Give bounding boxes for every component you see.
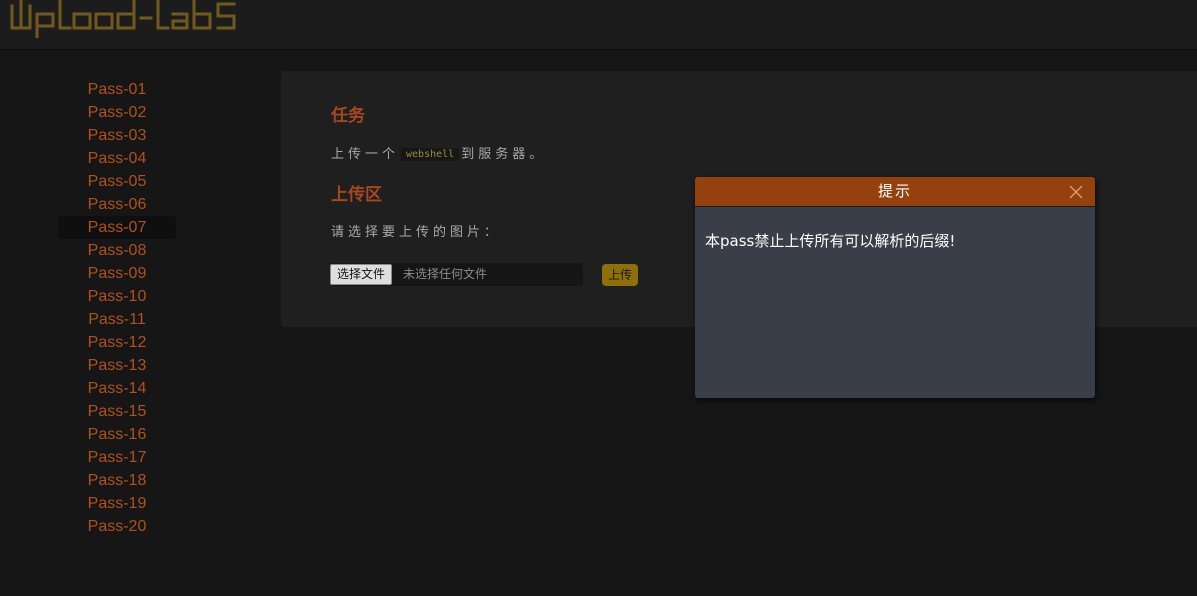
sidebar-item-pass-03[interactable]: Pass-03 [58, 124, 176, 147]
file-status-text: 未选择任何文件 [403, 267, 488, 281]
logo-icon: upload-labs [10, 0, 236, 38]
sidebar-item-pass-18[interactable]: Pass-18 [58, 469, 176, 492]
sidebar-item-pass-07[interactable]: Pass-07 [58, 216, 176, 239]
sidebar-item-pass-19[interactable]: Pass-19 [58, 492, 176, 515]
sidebar-item-pass-01[interactable]: Pass-01 [58, 78, 176, 101]
upload-prompt: 请选择要上传的图片： [331, 225, 502, 240]
sidebar-item-pass-17[interactable]: Pass-17 [58, 446, 176, 469]
sidebar-item-pass-13[interactable]: Pass-13 [58, 354, 176, 377]
sidebar-item-pass-06[interactable]: Pass-06 [58, 193, 176, 216]
sidebar-item-pass-05[interactable]: Pass-05 [58, 170, 176, 193]
task-text-before: 上传一个 [331, 147, 400, 162]
choose-file-button[interactable]: 选择文件 [330, 264, 393, 285]
sidebar-item-pass-16[interactable]: Pass-16 [58, 423, 176, 446]
dialog-header: 提示 [695, 177, 1095, 207]
task-text-after: 到服务器。 [461, 147, 547, 162]
top-header: upload-labs [0, 0, 1197, 50]
dialog-message: 本pass禁止上传所有可以解析的后缀! [705, 232, 956, 250]
sidebar-item-pass-15[interactable]: Pass-15 [58, 400, 176, 423]
pass-sidebar: Pass-01 Pass-02 Pass-03 Pass-04 Pass-05 … [58, 78, 176, 538]
sidebar-item-pass-02[interactable]: Pass-02 [58, 101, 176, 124]
sidebar-item-pass-08[interactable]: Pass-08 [58, 239, 176, 262]
sidebar-item-pass-09[interactable]: Pass-09 [58, 262, 176, 285]
task-description: 上传一个 webshell 到服务器。 [331, 143, 546, 162]
sidebar-item-pass-14[interactable]: Pass-14 [58, 377, 176, 400]
sidebar-item-pass-20[interactable]: Pass-20 [58, 515, 176, 538]
close-icon[interactable] [1069, 185, 1083, 199]
alert-dialog: 提示 本pass禁止上传所有可以解析的后缀! [695, 177, 1095, 398]
sidebar-item-pass-04[interactable]: Pass-04 [58, 147, 176, 170]
webshell-code: webshell [401, 148, 460, 161]
task-title: 任务 [331, 106, 365, 126]
dialog-title: 提示 [877, 182, 912, 200]
sidebar-item-pass-11[interactable]: Pass-11 [58, 308, 176, 331]
sidebar-item-pass-10[interactable]: Pass-10 [58, 285, 176, 308]
file-input[interactable]: 选择文件 未选择任何文件 [330, 263, 583, 286]
upload-submit-button[interactable]: 上传 [602, 264, 639, 286]
upload-area-title: 上传区 [331, 185, 382, 205]
sidebar-item-pass-12[interactable]: Pass-12 [58, 331, 176, 354]
